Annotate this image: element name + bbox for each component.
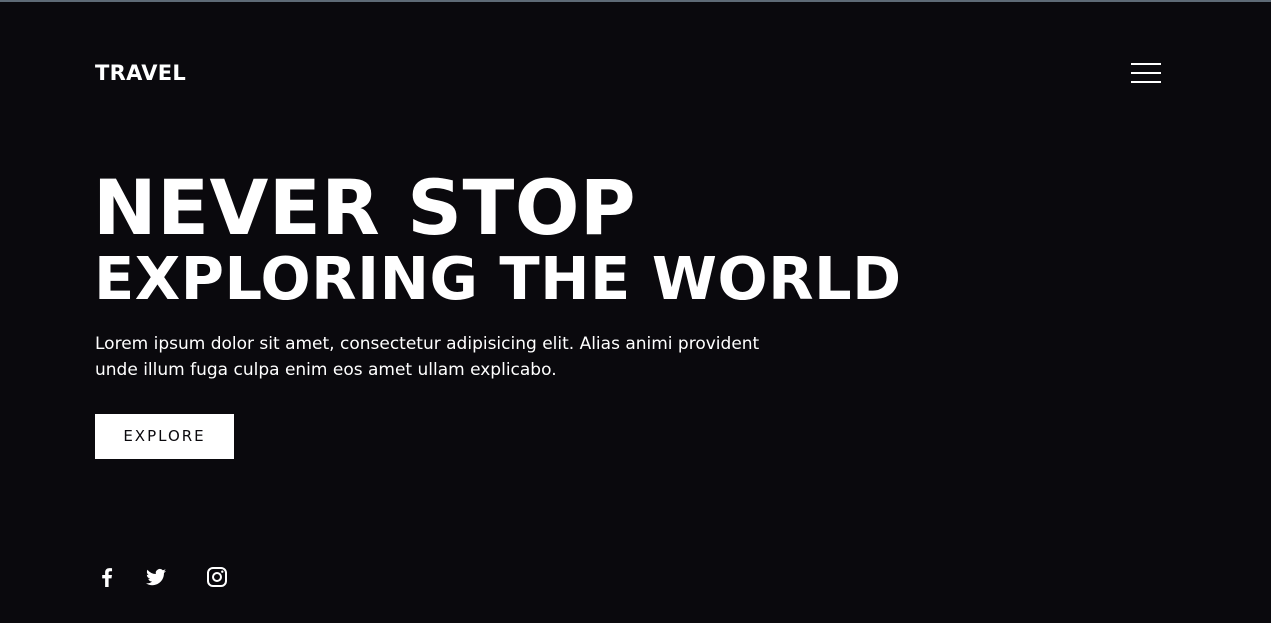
menu-icon-bar-top bbox=[1131, 63, 1161, 65]
menu-icon-bar-middle bbox=[1131, 72, 1161, 74]
facebook-link[interactable] bbox=[95, 565, 119, 589]
top-border-line bbox=[0, 0, 1271, 2]
twitter-icon bbox=[146, 568, 166, 586]
twitter-link[interactable] bbox=[144, 565, 168, 589]
facebook-icon bbox=[102, 568, 113, 587]
hamburger-menu-button[interactable] bbox=[1129, 60, 1163, 86]
hero-description: Lorem ipsum dolor sit amet, consectetur … bbox=[95, 334, 760, 380]
instagram-link[interactable] bbox=[205, 565, 229, 589]
instagram-icon bbox=[207, 567, 227, 587]
hero-headline-line1: NEVER STOP bbox=[93, 163, 637, 252]
hero-headline-line2: EXPLORING THE WORLD bbox=[94, 244, 902, 313]
brand-logo[interactable]: TRAVEL bbox=[95, 59, 186, 87]
explore-button[interactable]: EXPLORE bbox=[95, 414, 234, 459]
menu-icon-bar-bottom bbox=[1131, 81, 1161, 83]
